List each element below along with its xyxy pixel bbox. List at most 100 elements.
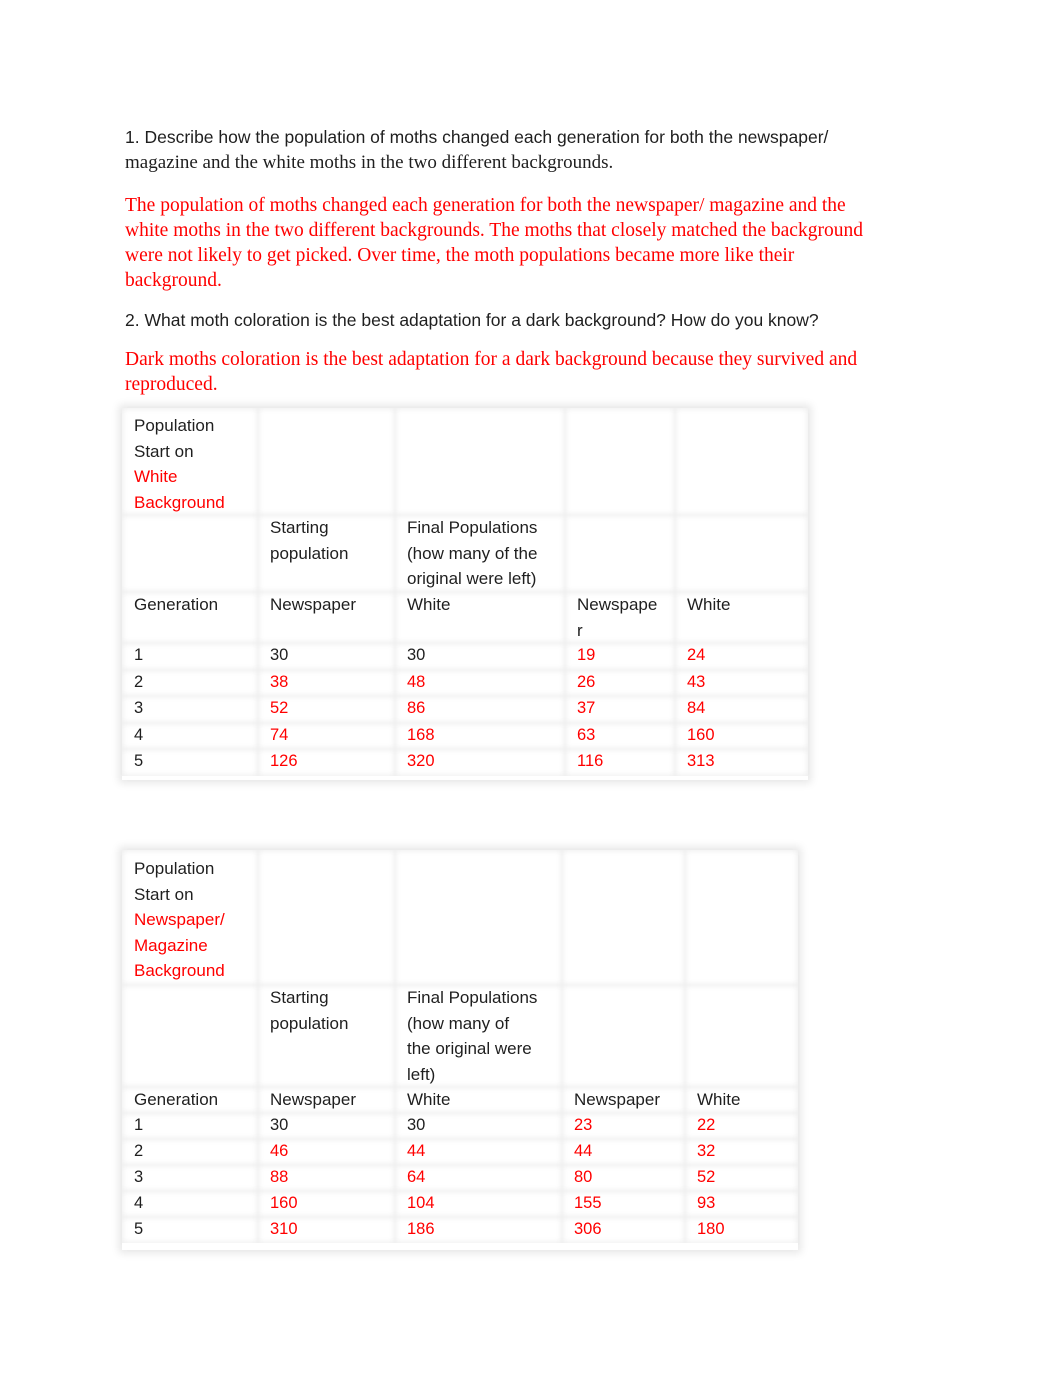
table-row: 3 88 64 80 52 [122, 1165, 798, 1191]
empty-cell [562, 985, 685, 1087]
empty-cell [395, 850, 562, 985]
cell-generation: 1 [122, 643, 258, 670]
empty-cell [258, 408, 395, 515]
cell-start-white: 86 [395, 696, 565, 723]
cell-final-newspaper: 23 [562, 1113, 685, 1139]
empty-cell [685, 850, 798, 985]
cell-final-white: 24 [675, 643, 808, 670]
table-body: 1 30 30 23 22 2 46 44 44 32 3 88 64 80 52 4 160 104 155 93 5… [122, 1113, 798, 1243]
header-line: Final Populations [407, 518, 538, 537]
cell-final-white: 32 [685, 1139, 798, 1165]
column-header-start-newspaper: Newspaper [258, 1087, 395, 1113]
cell-start-newspaper: 88 [258, 1165, 395, 1191]
cell-final-newspaper: 37 [565, 696, 675, 723]
column-header-generation: Generation [122, 592, 258, 643]
column-header-final-newspaper: Newspape r [565, 592, 675, 643]
title-line-highlight: White [134, 467, 178, 486]
cell-start-white: 320 [395, 749, 565, 776]
header-line: original were left) [407, 569, 537, 588]
table-title-cell: Population Start on White Background [122, 408, 258, 515]
header-line: Starting [270, 518, 329, 537]
question-1-lead: 1. Describe how the population of moths … [125, 125, 828, 150]
cell-final-newspaper: 306 [562, 1217, 685, 1243]
title-line: Start on [134, 884, 194, 904]
cell-start-newspaper: 38 [258, 670, 395, 697]
cell-generation: 3 [122, 1165, 258, 1191]
title-line-highlight: Background [134, 961, 225, 980]
cell-final-white: 84 [675, 696, 808, 723]
cell-final-white: 313 [675, 749, 808, 776]
cell-final-white: 160 [675, 723, 808, 750]
cell-start-newspaper: 310 [258, 1217, 395, 1243]
table-row: 5 310 186 306 180 [122, 1217, 798, 1243]
table-column-header-row: Generation Newspaper White Newspape r Wh… [122, 592, 808, 643]
cell-final-newspaper: 155 [562, 1191, 685, 1217]
cell-start-newspaper: 74 [258, 723, 395, 750]
question-2-text: What moth coloration is the best adaptat… [144, 310, 819, 330]
empty-cell [675, 408, 808, 515]
cell-start-newspaper: 126 [258, 749, 395, 776]
table-row: 3 52 86 37 84 [122, 696, 808, 723]
cell-final-newspaper: 63 [565, 723, 675, 750]
question-1: 1. Describe how the population of moths … [125, 125, 828, 175]
cell-start-newspaper: 30 [258, 1113, 395, 1139]
header-line: population [270, 1013, 349, 1033]
header-line: (how many of [407, 1013, 510, 1033]
question-1-continuation: magazine and the white moths in the two … [125, 152, 614, 173]
empty-cell [565, 408, 675, 515]
title-line-highlight: Magazine [134, 935, 208, 955]
table-row: 4 160 104 155 93 [122, 1191, 798, 1217]
answer-2: Dark moths coloration is the best adapta… [125, 347, 857, 397]
column-header-generation: Generation [122, 1087, 258, 1113]
header-starting-population: Starting population [258, 515, 395, 592]
cell-start-white: 44 [395, 1139, 562, 1165]
header-line: population [270, 543, 349, 563]
header-line: (how many of the [407, 543, 538, 563]
title-line: Population [134, 416, 215, 435]
question-2: 2. What moth coloration is the best adap… [125, 308, 819, 333]
cell-generation: 2 [122, 1139, 258, 1165]
table-newspaper-background: Population Start on Newspaper/ Magazine … [122, 850, 798, 1243]
cell-generation: 2 [122, 670, 258, 697]
table-white-background: Population Start on White Background Sta… [122, 408, 808, 776]
header-final-populations: Final Populations (how many of the origi… [395, 515, 565, 592]
table-row: 5 126 320 116 313 [122, 749, 808, 776]
cell-start-white: 48 [395, 670, 565, 697]
cell-start-newspaper: 160 [258, 1191, 395, 1217]
cell-start-newspaper: 52 [258, 696, 395, 723]
column-header-start-white: White [395, 1087, 562, 1113]
title-line: Start on [134, 441, 194, 461]
answer-1-line: background. [125, 270, 222, 291]
header-line: Final Populations [407, 988, 538, 1007]
empty-cell [122, 515, 258, 592]
question-1-number: 1. [125, 127, 140, 147]
header-line: r [577, 620, 583, 640]
column-header-final-white: White [675, 592, 808, 643]
cell-generation: 3 [122, 696, 258, 723]
header-line: Newspape [577, 595, 658, 614]
answer-2-line: reproduced. [125, 374, 218, 395]
cell-generation: 4 [122, 1191, 258, 1217]
empty-cell [258, 850, 395, 985]
cell-start-white: 64 [395, 1165, 562, 1191]
table-row: 2 46 44 44 32 [122, 1139, 798, 1165]
answer-1: The population of moths changed each gen… [125, 193, 863, 293]
answer-1-line: The population of moths changed each gen… [125, 195, 846, 216]
title-line-highlight: Background [134, 492, 225, 512]
cell-final-newspaper: 116 [565, 749, 675, 776]
answer-1-line: white moths in the two different backgro… [125, 220, 863, 241]
empty-cell [122, 985, 258, 1087]
cell-generation: 5 [122, 1217, 258, 1243]
table-title-row: Population Start on White Background [122, 408, 808, 515]
cell-generation: 4 [122, 723, 258, 750]
empty-cell [395, 408, 565, 515]
cell-start-white: 168 [395, 723, 565, 750]
header-line: the original were [407, 1039, 532, 1058]
column-header-final-newspaper: Newspaper [562, 1087, 685, 1113]
column-header-start-newspaper: Newspaper [258, 592, 395, 643]
question-1-text: Describe how the population of moths cha… [144, 127, 829, 147]
header-line: Starting [270, 988, 329, 1007]
title-line: Population [134, 859, 215, 878]
title-line-highlight: Newspaper/ [134, 910, 225, 929]
table-title-cell: Population Start on Newspaper/ Magazine … [122, 850, 258, 985]
